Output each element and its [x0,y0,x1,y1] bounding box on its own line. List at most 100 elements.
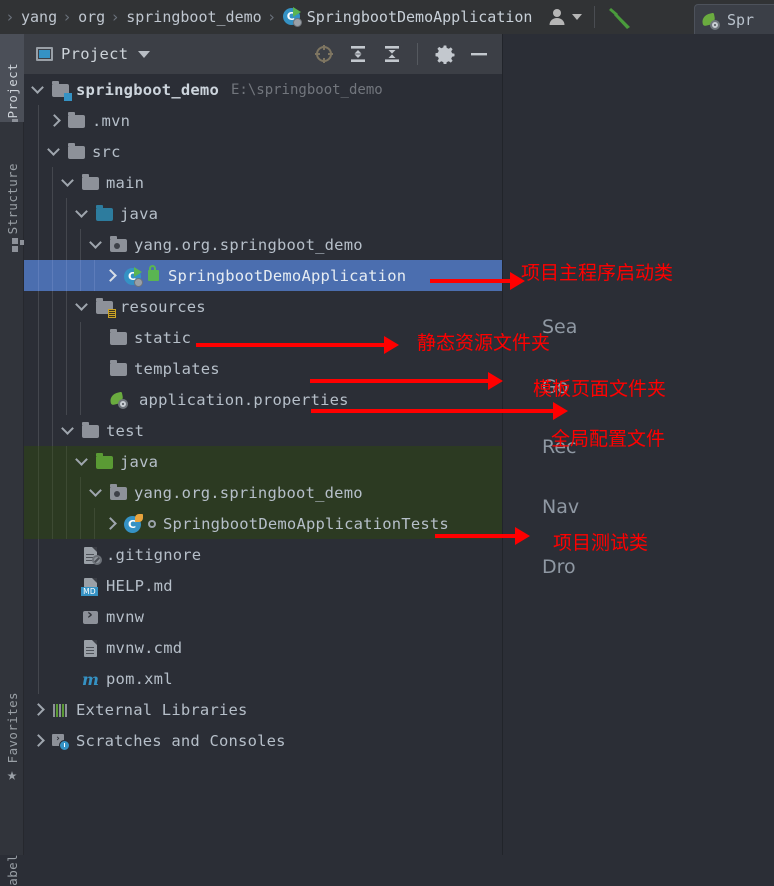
maven-file-icon: m [82,669,99,689]
tree-toggle-placeholder [90,362,103,375]
project-window-icon [36,47,53,61]
tree-row-springboot-demo-application-tests[interactable]: C SpringbootDemoApplicationTests [24,508,502,539]
tree-row-mvnw-cmd[interactable]: mvnw.cmd [24,632,502,663]
chevron-right-icon[interactable] [32,734,45,747]
tree-toggle-placeholder [90,393,103,406]
breadcrumb-separator-3: › [268,8,275,26]
lock-icon [148,264,162,285]
tree-row-mvn[interactable]: .mvn [24,105,502,136]
chevron-down-icon[interactable] [76,207,89,220]
breadcrumb-separator-1: › [64,8,71,26]
tree-row-label: java [120,452,159,471]
tree-row-test[interactable]: test [24,415,502,446]
tree-row-scratches-and-consoles[interactable]: › Scratches and Consoles [24,725,502,756]
sidebar-item-favorites[interactable]: ★ Favorites [0,674,24,784]
chevron-down-icon[interactable] [48,145,61,158]
sidebar-item-project[interactable]: Project [0,34,24,122]
chevron-down-icon[interactable] [572,14,583,20]
folder-icon [110,328,128,347]
sidebar-item-structure[interactable]: Structure [0,130,25,252]
editor-hint-drop: Dro [542,556,576,578]
tree-row-label: resources [120,297,206,316]
breadcrumb-item-org[interactable]: org [76,8,107,26]
chevron-right-icon[interactable] [104,517,117,530]
tree-row-label: mvnw [106,607,145,626]
tree-row-label: SpringbootDemoApplicationTests [163,514,449,533]
tree-row-label: application.properties [139,390,349,409]
tree-row-main[interactable]: main [24,167,502,198]
breadcrumb-item-yang[interactable]: yang [19,8,59,26]
tree-row-mvnw[interactable]: mvnw [24,601,502,632]
tree-row-main-java[interactable]: java [24,198,502,229]
tree-toggle-placeholder [62,672,75,685]
chevron-down-icon[interactable] [62,424,75,437]
tree-row-templates[interactable]: templates [24,353,502,384]
tree-row-test-package[interactable]: yang.org.springboot_demo [24,477,502,508]
tree-row-external-libraries[interactable]: External Libraries [24,694,502,725]
tree-row-label: src [92,142,121,161]
tree-row-label: yang.org.springboot_demo [134,235,363,254]
tree-row-resources[interactable]: resources [24,291,502,322]
tree-row-gitignore[interactable]: .gitignore [24,539,502,570]
tree-row-springboot-demo[interactable]: springboot_demo E:\springboot_demo [24,74,502,105]
locate-in-tree-icon[interactable] [311,41,337,67]
tree-row-application-properties[interactable]: application.properties [24,384,502,415]
breadcrumb-current-class[interactable]: SpringbootDemoApplication [307,8,533,26]
chevron-right-icon[interactable] [48,114,61,127]
tree-toggle-placeholder [62,548,75,561]
minimize-icon[interactable] [466,41,492,67]
sidebar-item-label-favorites: Favorites [4,691,20,763]
folder-icon [68,111,86,130]
editor-hint-navigation: Nav [542,496,580,518]
tree-row-help-md[interactable]: MD HELP.md [24,570,502,601]
tree-row-pom-xml[interactable]: m pom.xml [24,663,502,694]
breadcrumb-separator-2: › [112,8,119,26]
tree-row-label: External Libraries [76,700,248,719]
project-tree[interactable]: springboot_demo E:\springboot_demo .mvn … [24,74,502,855]
editor-hint-search: Sea [542,316,578,338]
package-icon [110,235,128,254]
source-folder-icon [96,204,114,223]
markdown-file-icon: MD [81,577,100,596]
chevron-down-icon[interactable] [62,176,75,189]
gear-icon[interactable] [432,41,458,67]
tree-toggle-placeholder [62,641,75,654]
tree-row-label: main [106,173,145,192]
project-panel-header: Project [24,34,502,74]
tree-row-label: test [106,421,145,440]
chevron-right-icon[interactable] [104,269,117,282]
tree-row-main-package[interactable]: yang.org.springboot_demo [24,229,502,260]
executable-file-icon [82,607,100,626]
editor-tab-spring[interactable]: Spr [694,4,774,35]
package-icon [110,483,128,502]
breadcrumb-separator-0: › [7,8,13,26]
chevron-right-icon[interactable] [32,703,45,716]
chevron-down-icon[interactable] [90,238,103,251]
chevron-down-icon[interactable] [90,486,103,499]
breadcrumb-item-springboot-demo[interactable]: springboot_demo [124,8,263,26]
hammer-build-icon[interactable] [607,4,635,30]
panel-title: Project [61,45,129,63]
folder-icon [110,359,128,378]
chevron-down-icon[interactable] [138,50,151,58]
resources-folder-icon [96,297,116,318]
tree-toggle-placeholder [62,579,75,592]
chevron-down-icon[interactable] [32,83,45,96]
chevron-down-icon[interactable] [76,455,89,468]
editor-hint-recent: Rec [542,436,577,458]
chevron-down-icon[interactable] [76,300,89,313]
sidebar-item-label-bottom[interactable]: abel [0,826,24,886]
star-icon: ★ [6,765,18,785]
tree-row-test-java[interactable]: java [24,446,502,477]
collapse-all-icon[interactable] [379,41,405,67]
tree-row-static[interactable]: static [24,322,502,353]
spring-boot-class-icon: C [124,266,143,287]
person-icon[interactable] [546,7,568,27]
editor-tab-label: Spr [727,11,755,29]
tree-row-label: static [134,328,192,347]
tree-row-springboot-demo-application[interactable]: C SpringbootDemoApplication [24,260,502,291]
tree-row-src[interactable]: src [24,136,502,167]
tree-row-label: mvnw.cmd [106,638,183,657]
tree-toggle-placeholder [62,610,75,623]
expand-all-icon[interactable] [345,41,371,67]
